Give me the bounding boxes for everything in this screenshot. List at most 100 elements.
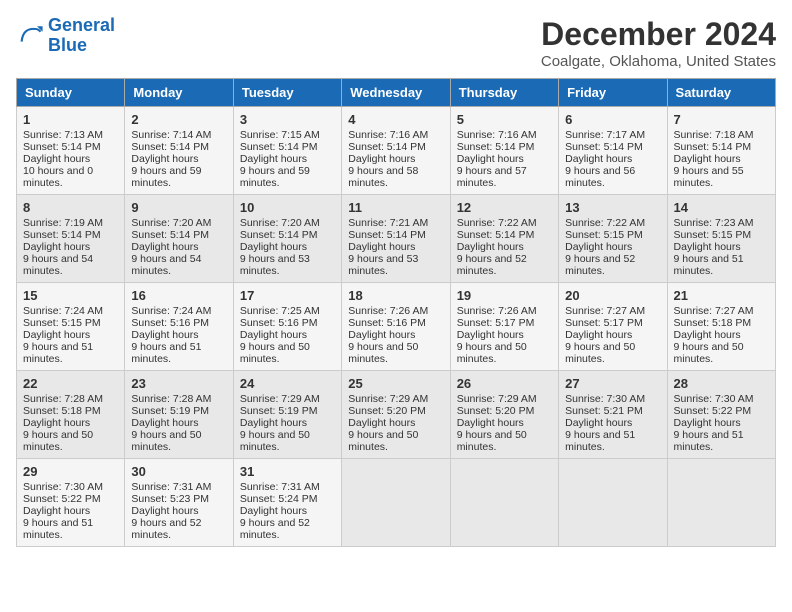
daylight-label: Daylight hours [131,505,198,517]
sunrise-label: Sunrise: 7:29 AM [457,393,537,405]
day-number: 2 [131,112,226,127]
table-row: 25 Sunrise: 7:29 AM Sunset: 5:20 PM Dayl… [342,371,450,459]
day-number: 11 [348,200,443,215]
daylight-value: 9 hours and 52 minutes. [131,517,201,541]
col-saturday: Saturday [667,79,775,107]
day-number: 4 [348,112,443,127]
day-number: 10 [240,200,335,215]
daylight-value: 9 hours and 50 minutes. [674,341,744,365]
daylight-label: Daylight hours [674,153,741,165]
daylight-value: 9 hours and 59 minutes. [240,165,310,189]
daylight-label: Daylight hours [23,505,90,517]
col-wednesday: Wednesday [342,79,450,107]
col-thursday: Thursday [450,79,558,107]
sunset-label: Sunset: 5:15 PM [565,229,643,241]
daylight-label: Daylight hours [674,417,741,429]
daylight-label: Daylight hours [457,241,524,253]
sunset-label: Sunset: 5:18 PM [23,405,101,417]
day-number: 29 [23,464,118,479]
table-row: 21 Sunrise: 7:27 AM Sunset: 5:18 PM Dayl… [667,283,775,371]
daylight-label: Daylight hours [348,329,415,341]
sunrise-label: Sunrise: 7:30 AM [674,393,754,405]
daylight-label: Daylight hours [240,329,307,341]
sunset-label: Sunset: 5:14 PM [240,229,318,241]
daylight-label: Daylight hours [565,329,632,341]
daylight-value: 9 hours and 50 minutes. [240,429,310,453]
daylight-value: 9 hours and 52 minutes. [240,517,310,541]
sunrise-label: Sunrise: 7:16 AM [457,129,537,141]
daylight-value: 9 hours and 57 minutes. [457,165,527,189]
daylight-label: Daylight hours [457,417,524,429]
sunset-label: Sunset: 5:14 PM [457,141,535,153]
col-tuesday: Tuesday [233,79,341,107]
table-row: 2 Sunrise: 7:14 AM Sunset: 5:14 PM Dayli… [125,107,233,195]
daylight-label: Daylight hours [348,417,415,429]
sunrise-label: Sunrise: 7:24 AM [131,305,211,317]
sunrise-label: Sunrise: 7:29 AM [240,393,320,405]
sunset-label: Sunset: 5:24 PM [240,493,318,505]
calendar-week-row: 22 Sunrise: 7:28 AM Sunset: 5:18 PM Dayl… [17,371,776,459]
sunset-label: Sunset: 5:15 PM [674,229,752,241]
table-row: 10 Sunrise: 7:20 AM Sunset: 5:14 PM Dayl… [233,195,341,283]
day-number: 7 [674,112,769,127]
sunrise-label: Sunrise: 7:18 AM [674,129,754,141]
daylight-label: Daylight hours [131,329,198,341]
daylight-value: 9 hours and 50 minutes. [131,429,201,453]
daylight-value: 9 hours and 51 minutes. [674,429,744,453]
sunset-label: Sunset: 5:23 PM [131,493,209,505]
daylight-value: 9 hours and 51 minutes. [23,517,93,541]
day-number: 23 [131,376,226,391]
day-number: 16 [131,288,226,303]
sunset-label: Sunset: 5:14 PM [23,141,101,153]
table-row: 18 Sunrise: 7:26 AM Sunset: 5:16 PM Dayl… [342,283,450,371]
table-row: 13 Sunrise: 7:22 AM Sunset: 5:15 PM Dayl… [559,195,667,283]
day-number: 24 [240,376,335,391]
table-row: 5 Sunrise: 7:16 AM Sunset: 5:14 PM Dayli… [450,107,558,195]
sunrise-label: Sunrise: 7:23 AM [674,217,754,229]
sunset-label: Sunset: 5:19 PM [240,405,318,417]
daylight-value: 9 hours and 53 minutes. [348,253,418,277]
table-row [450,459,558,547]
daylight-value: 9 hours and 56 minutes. [565,165,635,189]
sunset-label: Sunset: 5:20 PM [457,405,535,417]
day-number: 30 [131,464,226,479]
sunrise-label: Sunrise: 7:31 AM [131,481,211,493]
daylight-label: Daylight hours [23,329,90,341]
table-row: 8 Sunrise: 7:19 AM Sunset: 5:14 PM Dayli… [17,195,125,283]
sunset-label: Sunset: 5:22 PM [674,405,752,417]
sunset-label: Sunset: 5:18 PM [674,317,752,329]
daylight-value: 9 hours and 54 minutes. [131,253,201,277]
day-number: 3 [240,112,335,127]
sunrise-label: Sunrise: 7:26 AM [348,305,428,317]
sunrise-label: Sunrise: 7:28 AM [23,393,103,405]
day-number: 5 [457,112,552,127]
sunrise-label: Sunrise: 7:15 AM [240,129,320,141]
daylight-label: Daylight hours [457,153,524,165]
sunrise-label: Sunrise: 7:27 AM [565,305,645,317]
daylight-value: 9 hours and 52 minutes. [457,253,527,277]
day-number: 8 [23,200,118,215]
day-number: 21 [674,288,769,303]
sunrise-label: Sunrise: 7:27 AM [674,305,754,317]
table-row: 31 Sunrise: 7:31 AM Sunset: 5:24 PM Dayl… [233,459,341,547]
daylight-label: Daylight hours [23,153,90,165]
daylight-label: Daylight hours [131,153,198,165]
sunrise-label: Sunrise: 7:21 AM [348,217,428,229]
sunrise-label: Sunrise: 7:20 AM [240,217,320,229]
table-row: 9 Sunrise: 7:20 AM Sunset: 5:14 PM Dayli… [125,195,233,283]
table-row: 20 Sunrise: 7:27 AM Sunset: 5:17 PM Dayl… [559,283,667,371]
day-number: 12 [457,200,552,215]
sunset-label: Sunset: 5:14 PM [565,141,643,153]
calendar-week-row: 29 Sunrise: 7:30 AM Sunset: 5:22 PM Dayl… [17,459,776,547]
title-block: December 2024 Coalgate, Oklahoma, United… [541,16,776,70]
daylight-label: Daylight hours [348,153,415,165]
day-number: 1 [23,112,118,127]
day-number: 22 [23,376,118,391]
table-row [559,459,667,547]
sunrise-label: Sunrise: 7:31 AM [240,481,320,493]
logo-general: General [48,15,115,35]
daylight-label: Daylight hours [565,153,632,165]
page-header: General Blue December 2024 Coalgate, Okl… [16,16,776,70]
table-row: 4 Sunrise: 7:16 AM Sunset: 5:14 PM Dayli… [342,107,450,195]
calendar-table: Sunday Monday Tuesday Wednesday Thursday… [16,78,776,547]
